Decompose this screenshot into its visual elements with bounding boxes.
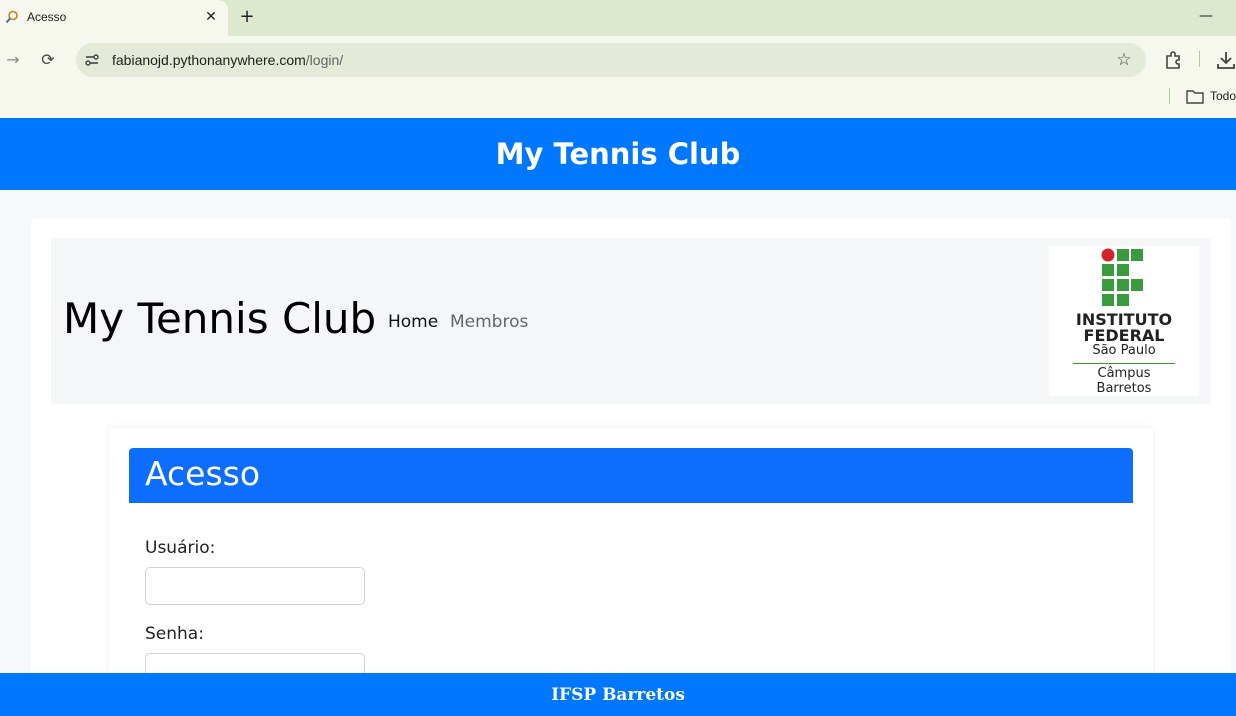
login-title: Acesso — [145, 454, 261, 493]
navbar: My Tennis Club Home Membros INSTITUTO FE… — [51, 238, 1211, 404]
bookmark-folder-label[interactable]: Todo — [1210, 89, 1236, 103]
reload-icon[interactable]: ⟳ — [37, 49, 59, 71]
url-host: fabianojd.pythonanywhere.com — [112, 52, 306, 68]
url-text[interactable]: fabianojd.pythonanywhere.com/login/ — [112, 52, 343, 68]
forward-icon[interactable]: → — [2, 49, 24, 71]
browser-tab[interactable]: Acesso ✕ — [0, 0, 228, 36]
site-header: My Tennis Club — [0, 118, 1236, 190]
url-path: /login/ — [305, 52, 344, 68]
folder-icon[interactable] — [1186, 89, 1204, 104]
star-icon[interactable]: ☆ — [1114, 50, 1134, 70]
ifsp-logo-mark-icon — [1101, 248, 1143, 306]
login-card: Acesso Usuário: Senha: — [109, 428, 1153, 691]
logo-line-5: Barretos — [1096, 381, 1152, 396]
tab-close-icon[interactable]: ✕ — [203, 8, 219, 26]
navbar-brand[interactable]: My Tennis Club — [63, 294, 376, 343]
logo-divider — [1073, 363, 1175, 364]
ifsp-logo: INSTITUTO FEDERAL São Paulo Câmpus Barre… — [1049, 246, 1199, 396]
bookmarks-divider — [1169, 88, 1170, 104]
footer-text: IFSP Barretos — [551, 684, 685, 705]
nav-link-home[interactable]: Home — [388, 312, 438, 332]
logo-line-4: Câmpus — [1097, 366, 1151, 381]
site-header-title: My Tennis Club — [495, 137, 741, 171]
tab-strip: Acesso ✕ + — — [0, 0, 1236, 36]
new-tab-icon[interactable]: + — [237, 6, 257, 28]
download-icon[interactable] — [1215, 49, 1236, 71]
magnifier-favicon-icon — [5, 10, 18, 24]
logo-line-3: São Paulo — [1092, 343, 1156, 358]
password-label: Senha: — [145, 624, 204, 644]
login-card-header: Acesso — [129, 448, 1133, 503]
browser-chrome: Acesso ✕ + — → ⟳ fabianojd.pythonanywher… — [0, 0, 1236, 118]
username-label: Usuário: — [145, 538, 216, 558]
address-bar[interactable]: fabianojd.pythonanywhere.com/login/ ☆ — [76, 43, 1146, 77]
username-input[interactable] — [145, 567, 365, 605]
extensions-icon[interactable] — [1163, 49, 1185, 71]
toolbar-divider — [1199, 51, 1200, 67]
minimize-icon[interactable]: — — [1198, 6, 1214, 26]
tab-title: Acesso — [27, 10, 67, 24]
site-footer: IFSP Barretos — [0, 673, 1236, 716]
site-info-icon[interactable] — [84, 52, 100, 68]
nav-link-membros[interactable]: Membros — [450, 312, 528, 332]
